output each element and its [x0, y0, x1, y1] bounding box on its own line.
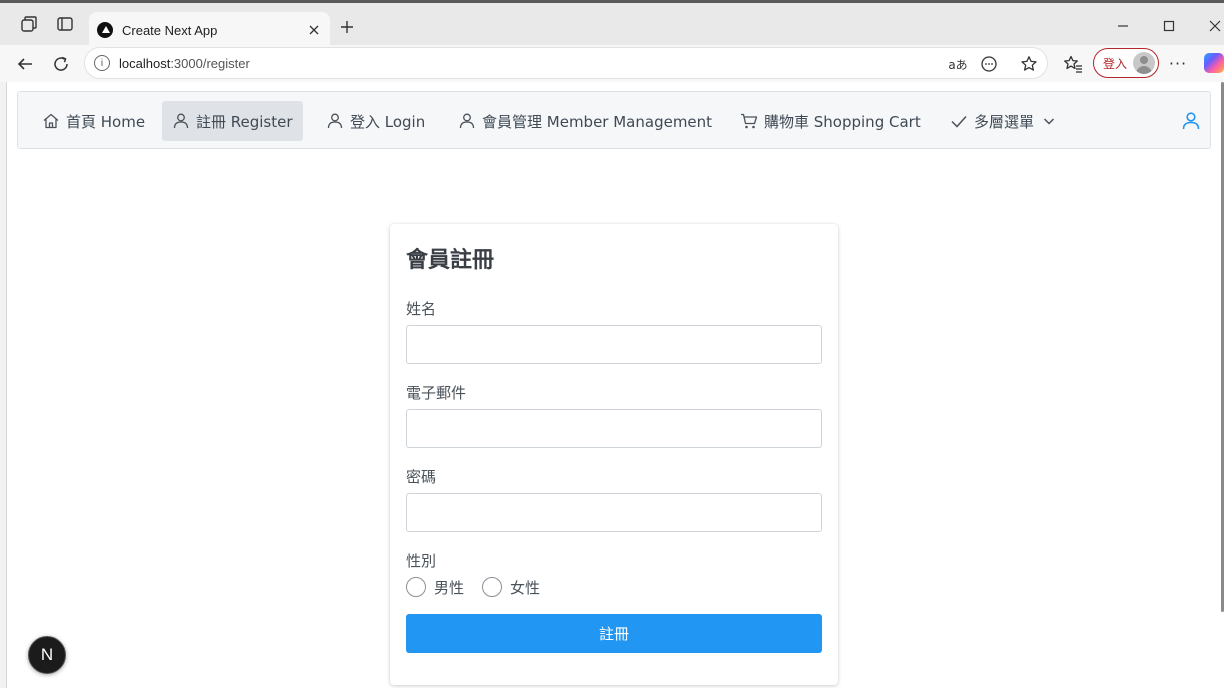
gender-label: 性別 [406, 552, 437, 570]
profile-avatar-icon [1133, 52, 1155, 74]
window-close-icon[interactable] [1204, 15, 1224, 37]
tab-actions-icon[interactable] [54, 13, 76, 35]
user-icon [459, 113, 475, 129]
register-submit-button[interactable]: 註冊 [406, 614, 822, 653]
info-icon[interactable]: i [94, 55, 110, 71]
favorites-icon[interactable] [1061, 52, 1085, 76]
page-title: 會員註冊 [406, 248, 495, 273]
read-aloud-icon[interactable]: aあ [947, 54, 969, 74]
refresh-icon[interactable] [49, 52, 73, 76]
nav-item-shopping-cart[interactable]: 購物車 Shopping Cart [730, 101, 931, 141]
nav-item-label: 註冊 Register [196, 112, 293, 131]
check-icon [951, 115, 967, 128]
password-field[interactable] [406, 493, 822, 532]
radio-female[interactable] [482, 577, 503, 597]
nav-item-member-management[interactable]: 會員管理 Member Management [448, 101, 722, 141]
nav-item-register[interactable]: 註冊 Register [162, 101, 303, 141]
home-icon [43, 113, 59, 129]
workspaces-icon[interactable] [18, 13, 40, 35]
address-bar[interactable]: i localhost:3000/register aあ [84, 47, 1048, 79]
url-host: localhost [119, 56, 171, 71]
browser-tab-strip: Create Next App [0, 0, 1224, 48]
nav-item-label: 登入 Login [350, 112, 426, 131]
email-field[interactable] [406, 409, 822, 448]
nav-item-login[interactable]: 登入 Login [316, 101, 435, 141]
more-circle-icon[interactable] [979, 54, 999, 74]
tab-title: Create Next App [122, 22, 218, 38]
address-bar-row: i localhost:3000/register aあ 登入 ··· [0, 45, 1224, 82]
browser-menu-button[interactable]: ··· [1167, 52, 1189, 74]
password-label: 密碼 [406, 468, 437, 486]
user-icon[interactable] [1181, 111, 1201, 131]
star-icon[interactable] [1019, 54, 1039, 74]
nav-item-multilevel-menu[interactable]: 多層選單 [940, 101, 1066, 141]
cart-icon [741, 113, 758, 129]
plus-icon[interactable] [336, 16, 358, 38]
radio-female-label[interactable]: 女性 [510, 577, 540, 598]
name-label: 姓名 [406, 300, 437, 318]
main-navbar: 首頁 Home 註冊 Register 登入 Login 會員管理 Member… [17, 91, 1211, 149]
register-card: 會員註冊 姓名 電子郵件 密碼 性別 男性 女性 註冊 [390, 224, 838, 685]
url-text[interactable]: localhost:3000/register [119, 56, 250, 71]
nextjs-favicon-icon [97, 22, 113, 38]
maximize-icon[interactable] [1158, 15, 1180, 37]
url-path: :3000/register [170, 56, 250, 71]
profile-label: 登入 [1103, 57, 1128, 71]
gender-radio-group: 男性 女性 [406, 576, 558, 598]
nav-item-label: 首頁 Home [66, 112, 146, 131]
user-icon [327, 113, 343, 129]
name-field[interactable] [406, 325, 822, 364]
minimize-icon[interactable] [1112, 15, 1134, 37]
back-arrow-icon[interactable] [13, 52, 37, 76]
radio-male[interactable] [406, 577, 426, 597]
nav-item-label: 多層選單 [974, 112, 1035, 131]
nav-item-home[interactable]: 首頁 Home [32, 101, 155, 141]
close-icon[interactable] [306, 22, 322, 38]
profile-button[interactable]: 登入 [1093, 48, 1159, 78]
browser-tab[interactable]: Create Next App [89, 12, 330, 48]
chevron-down-icon [1043, 118, 1055, 125]
nav-item-label: 會員管理 Member Management [482, 112, 713, 131]
email-label: 電子郵件 [406, 384, 467, 402]
nav-item-label: 購物車 Shopping Cart [764, 112, 921, 131]
nextjs-dev-badge[interactable]: N [28, 636, 66, 674]
user-icon [173, 113, 189, 129]
copilot-icon[interactable] [1204, 53, 1224, 73]
radio-male-label[interactable]: 男性 [434, 577, 464, 598]
